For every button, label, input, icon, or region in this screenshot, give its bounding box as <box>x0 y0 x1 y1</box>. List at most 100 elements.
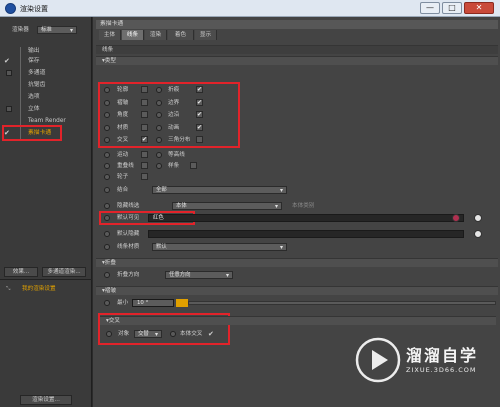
type-radio[interactable] <box>156 124 162 131</box>
link-icon[interactable] <box>474 230 482 238</box>
overlap-radio[interactable] <box>104 163 110 169</box>
line-material-dropdown[interactable]: 默认 <box>152 243 287 251</box>
section-fold[interactable]: ▾折叠 <box>96 258 498 267</box>
hidden-line-dropdown[interactable]: 本体 <box>172 202 282 210</box>
type-checkbox[interactable]: ✔ <box>196 98 203 106</box>
contour-label: 等高线 <box>168 152 185 158</box>
contour-radio[interactable] <box>156 152 162 158</box>
minimize-button[interactable]: — <box>420 2 440 14</box>
tab-render[interactable]: 渲染 <box>145 30 167 40</box>
fold-direction-radio[interactable] <box>104 272 110 278</box>
renderer-label: 渲染器 <box>12 27 29 33</box>
min-radio[interactable] <box>104 300 110 306</box>
fold-direction-label: 折叠方向 <box>117 272 140 278</box>
app-icon <box>5 3 16 14</box>
expand-icon[interactable]: ⤡ <box>6 285 10 293</box>
default-hidden-field[interactable] <box>148 230 464 238</box>
check-icon[interactable]: ✔ <box>4 57 12 65</box>
min-input[interactable]: 10 ° <box>132 299 174 307</box>
divider <box>0 279 92 280</box>
combine-radio[interactable] <box>104 187 110 193</box>
left-panel: 渲染器 标准 输出 ✔ 保存 多通道 抗锯齿 选项 立体 Team Render… <box>0 17 92 407</box>
type-radio[interactable] <box>156 99 162 106</box>
self-cross-label: 本体交叉 <box>180 331 203 337</box>
type-checkbox[interactable]: ✔ <box>196 123 203 131</box>
multipass-checkbox[interactable] <box>6 70 12 76</box>
min-slider-fill[interactable] <box>176 299 188 307</box>
combine-label: 结合 <box>117 187 129 193</box>
type-radio[interactable] <box>104 124 110 131</box>
type-checkbox[interactable] <box>141 123 148 131</box>
type-radio[interactable] <box>104 99 110 106</box>
type-radio[interactable] <box>104 87 110 93</box>
multipass-render-button[interactable]: 多通道渲染... <box>42 267 86 277</box>
fold-direction-dropdown[interactable]: 任意方向 <box>165 271 233 279</box>
default-hidden-radio[interactable] <box>104 231 110 237</box>
renderer-dropdown[interactable]: 标准 <box>37 26 77 34</box>
sidebar-item-output[interactable]: 输出 <box>28 47 40 56</box>
maximize-button[interactable]: □ <box>442 2 462 14</box>
min-slider-track[interactable] <box>188 301 496 305</box>
spline-radio[interactable] <box>156 163 162 169</box>
section-wrinkle[interactable]: ▾褶皱 <box>96 286 498 295</box>
render-settings-button[interactable]: 渲染设置... <box>20 395 72 405</box>
sidebar-item-multipass[interactable]: 多通道 <box>28 69 45 78</box>
hidden-line-radio[interactable] <box>104 203 110 209</box>
overlap-checkbox[interactable] <box>141 162 148 169</box>
object-radio[interactable] <box>106 331 112 337</box>
type-label: 交叉 <box>117 137 129 143</box>
type-radio[interactable] <box>104 137 110 143</box>
default-visible-field[interactable]: 红色 <box>148 214 464 222</box>
type-checkbox[interactable]: ✔ <box>141 136 148 143</box>
default-visible-label: 默认可见 <box>117 215 140 221</box>
my-render-settings[interactable]: 我的渲染设置 <box>22 285 56 293</box>
combine-dropdown[interactable]: 全部 <box>152 186 287 194</box>
effects-button[interactable]: 效果... <box>4 267 38 277</box>
default-visible-radio[interactable] <box>104 215 110 221</box>
watermark-url: ZIXUE.3D66.COM <box>406 366 477 374</box>
close-button[interactable]: ✕ <box>464 2 494 14</box>
tab-shading[interactable]: 着色 <box>168 30 194 40</box>
hidden-line-note: 本体类别 <box>292 203 315 209</box>
type-checkbox[interactable] <box>141 86 148 93</box>
type-checkbox[interactable]: ✔ <box>196 111 203 118</box>
title-bar: 渲染设置 — □ ✕ <box>0 0 500 17</box>
check-icon[interactable]: ✔ <box>208 330 214 338</box>
tab-display[interactable]: 显示 <box>195 30 217 40</box>
sidebar-item-sketch-toon[interactable]: 素描卡通 <box>28 129 51 138</box>
motion-checkbox[interactable] <box>141 151 148 158</box>
sidebar-item-antialiasing[interactable]: 抗锯齿 <box>28 81 45 90</box>
line-material-label: 线条材质 <box>117 244 140 250</box>
type-label: 轮廓 <box>117 87 129 93</box>
stereo-checkbox[interactable] <box>6 106 12 112</box>
sidebar-item-options[interactable]: 选项 <box>28 93 40 102</box>
line-material-radio[interactable] <box>104 244 110 250</box>
type-radio[interactable] <box>156 137 162 143</box>
motion-radio[interactable] <box>104 152 110 158</box>
wheel-checkbox[interactable] <box>141 173 148 180</box>
type-checkbox[interactable] <box>141 98 148 106</box>
type-label: 三角分布 <box>168 137 191 143</box>
self-cross-radio[interactable] <box>170 331 176 337</box>
type-checkbox[interactable]: ✔ <box>196 86 203 93</box>
object-dropdown[interactable]: 交替 <box>134 330 162 338</box>
type-label: 边界 <box>168 99 180 106</box>
section-type[interactable]: ▾类型 <box>96 56 498 65</box>
spline-checkbox[interactable] <box>190 162 197 169</box>
type-radio[interactable] <box>156 112 162 118</box>
type-radio[interactable] <box>156 87 162 93</box>
overlap-label: 重叠线 <box>117 163 134 169</box>
type-checkbox[interactable] <box>196 136 203 143</box>
sidebar-item-save[interactable]: 保存 <box>28 57 40 66</box>
link-icon[interactable] <box>474 214 482 222</box>
wheel-radio[interactable] <box>104 174 110 180</box>
tab-lines[interactable]: 线条 <box>122 30 144 40</box>
sidebar-item-stereo[interactable]: 立体 <box>28 105 40 114</box>
type-checkbox[interactable] <box>141 111 148 118</box>
check-icon[interactable]: ✔ <box>4 129 12 137</box>
tab-main[interactable]: 主体 <box>99 30 121 40</box>
section-cross[interactable]: ▾交叉 <box>100 316 496 325</box>
min-label: 最小 <box>117 300 129 306</box>
color-picker-icon[interactable] <box>452 214 460 222</box>
type-radio[interactable] <box>104 112 110 118</box>
